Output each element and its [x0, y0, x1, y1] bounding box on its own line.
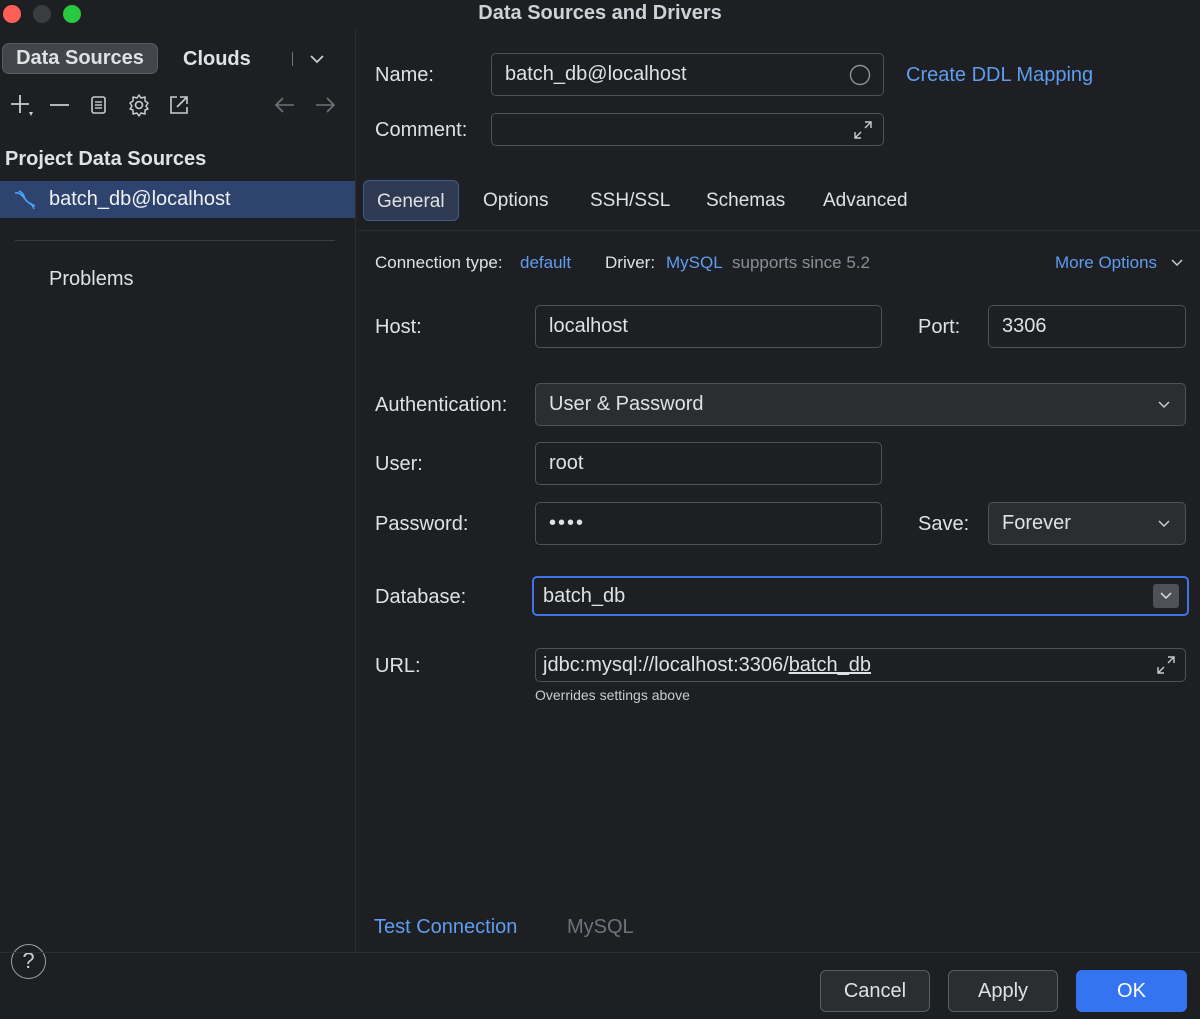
add-icon[interactable] [8, 92, 34, 118]
driver-link[interactable]: MySQL [567, 916, 634, 939]
tab-schemas[interactable]: Schemas [706, 180, 785, 221]
data-source-item[interactable]: batch_db@localhost [0, 181, 355, 218]
tab-general[interactable]: General [363, 180, 459, 221]
name-label: Name: [375, 64, 434, 87]
connection-type-label: Connection type: [375, 253, 503, 273]
name-input[interactable]: batch_db@localhost [491, 53, 884, 96]
project-data-sources-heading: Project Data Sources [5, 148, 206, 171]
tab-separator [292, 52, 293, 66]
driver-label: Driver: [605, 253, 655, 273]
chevron-down-icon[interactable] [308, 50, 326, 68]
comment-input[interactable] [491, 113, 884, 146]
arrow-forward-icon[interactable] [312, 92, 338, 118]
settings-panel: Name: batch_db@localhost Create DDL Mapp… [357, 30, 1200, 952]
data-source-label: batch_db@localhost [49, 188, 231, 211]
tab-options[interactable]: Options [483, 180, 548, 221]
open-external-icon[interactable] [166, 92, 192, 118]
save-select[interactable]: Forever [988, 502, 1186, 545]
url-label: URL: [375, 655, 421, 678]
create-ddl-mapping-link[interactable]: Create DDL Mapping [906, 64, 1093, 87]
connection-type-value[interactable]: default [520, 253, 571, 273]
url-prefix: jdbc:mysql://localhost:3306/ [543, 654, 789, 677]
color-picker-icon[interactable] [849, 64, 871, 86]
remove-icon[interactable] [47, 92, 73, 118]
gear-icon[interactable] [126, 92, 152, 118]
password-input[interactable]: •••• [535, 502, 882, 545]
chevron-down-icon [1157, 398, 1171, 412]
title-bar: Data Sources and Drivers [0, 0, 1200, 30]
help-button[interactable]: ? [11, 944, 46, 979]
apply-button[interactable]: Apply [948, 970, 1058, 1012]
password-label: Password: [375, 513, 468, 536]
test-connection-link[interactable]: Test Connection [374, 916, 517, 939]
url-note: Overrides settings above [535, 687, 690, 703]
user-input[interactable]: root [535, 442, 882, 485]
authentication-label: Authentication: [375, 394, 507, 417]
database-dropdown-button[interactable] [1153, 584, 1179, 608]
mysql-dolphin-icon [13, 189, 37, 211]
footer-divider [357, 952, 1200, 953]
save-label: Save: [918, 513, 969, 536]
arrow-back-icon[interactable] [272, 92, 298, 118]
driver-value[interactable]: MySQL [666, 253, 723, 273]
password-value: •••• [549, 512, 585, 535]
more-options-link[interactable]: More Options [1055, 253, 1157, 273]
save-value: Forever [1002, 512, 1071, 535]
url-database: batch_db [789, 654, 871, 677]
driver-note: supports since 5.2 [732, 253, 870, 273]
port-input[interactable]: 3306 [988, 305, 1186, 348]
chevron-down-icon [1157, 517, 1171, 531]
host-input[interactable]: localhost [535, 305, 882, 348]
database-value: batch_db [543, 585, 625, 608]
chevron-down-icon [1159, 589, 1173, 603]
problems-item[interactable]: Problems [49, 268, 133, 291]
host-value: localhost [549, 315, 628, 338]
database-label: Database: [375, 586, 466, 609]
divider [15, 240, 335, 241]
user-label: User: [375, 453, 423, 476]
chevron-down-icon[interactable] [1170, 256, 1184, 270]
name-value: batch_db@localhost [505, 63, 687, 86]
expand-icon[interactable] [852, 119, 874, 141]
database-input[interactable]: batch_db [532, 576, 1189, 616]
footer-divider-left [0, 952, 357, 953]
url-input[interactable]: jdbc:mysql://localhost:3306/batch_db [535, 648, 1186, 682]
ok-button[interactable]: OK [1076, 970, 1187, 1012]
port-value: 3306 [1002, 315, 1047, 338]
port-label: Port: [918, 316, 960, 339]
tab-clouds[interactable]: Clouds [183, 45, 251, 73]
window-title: Data Sources and Drivers [0, 2, 1200, 25]
host-label: Host: [375, 316, 422, 339]
cancel-button[interactable]: Cancel [820, 970, 930, 1012]
left-panel: Data Sources Clouds Project Data Sources [0, 30, 356, 952]
duplicate-icon[interactable] [86, 92, 112, 118]
tabs-divider [357, 230, 1200, 231]
user-value: root [549, 452, 583, 475]
comment-label: Comment: [375, 119, 467, 142]
tab-data-sources[interactable]: Data Sources [2, 43, 158, 74]
tab-ssh-ssl[interactable]: SSH/SSL [590, 180, 670, 221]
tab-advanced[interactable]: Advanced [823, 180, 908, 221]
authentication-value: User & Password [549, 393, 704, 416]
authentication-select[interactable]: User & Password [535, 383, 1186, 426]
expand-icon[interactable] [1155, 654, 1177, 676]
